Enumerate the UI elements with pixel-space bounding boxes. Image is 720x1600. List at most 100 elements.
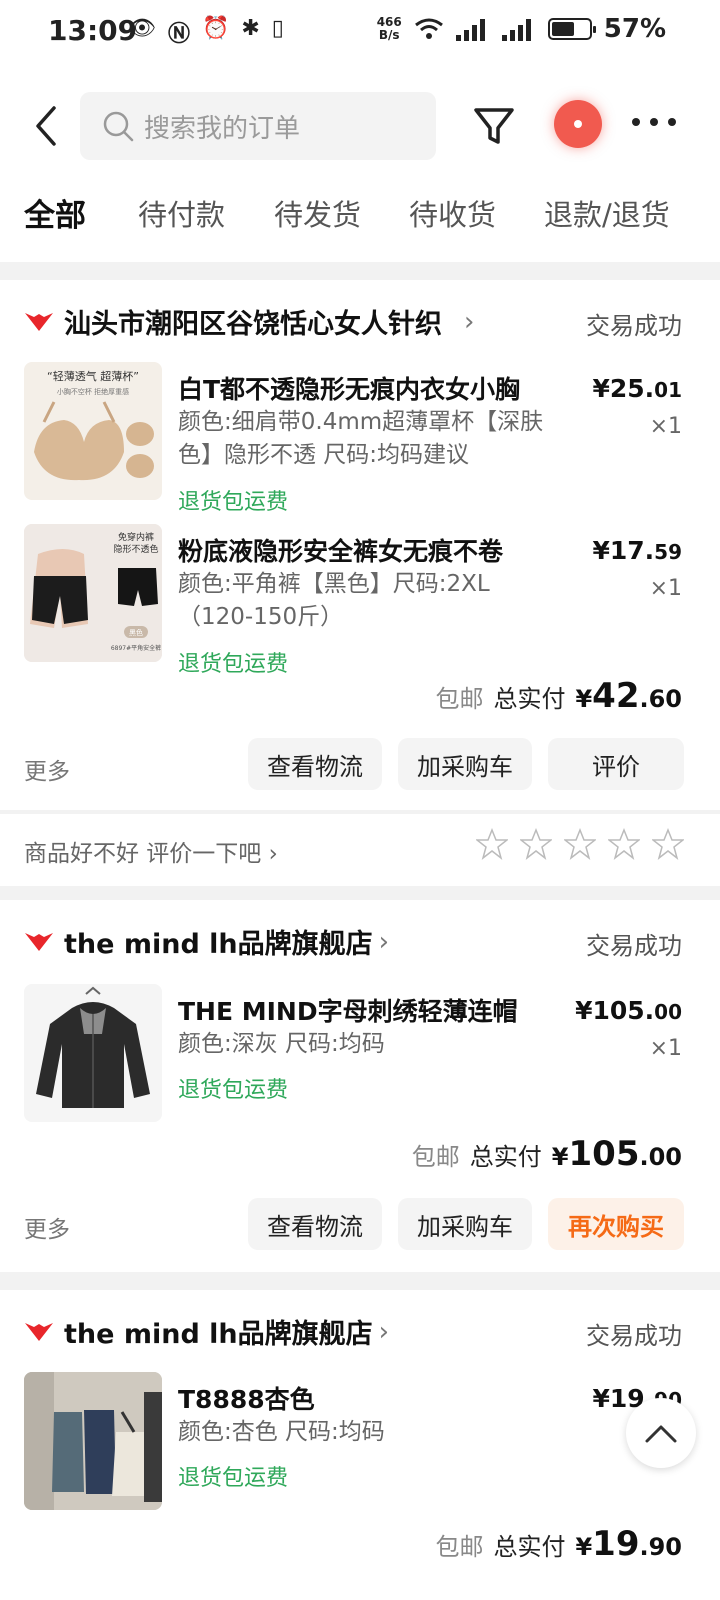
search-placeholder: 搜索我的订单 [144,113,301,144]
total-label: 总实付 [469,1143,542,1171]
product-thumbnail[interactable] [24,1372,162,1510]
product-price: ¥105.00 [575,996,682,1025]
free-shipping-label: 包邮 [411,1143,460,1171]
more-link[interactable]: 更多 [24,752,70,786]
vibrate-icon: ▯ [271,16,284,41]
shop-name: the mind lh品牌旗舰店 [64,929,373,960]
add-to-cart-button[interactable]: 加采购车 [398,1198,532,1250]
shop-logo-icon [25,1322,53,1341]
product-title[interactable]: 白T都不透隐形无痕内衣女小胸 [178,370,578,406]
chevron-right-icon: › [464,306,475,337]
svg-text:免穿内裤: 免穿内裤 [118,531,154,543]
order-card: the mind lh品牌旗舰店 › 交易成功 THE MIND字母刺绣轻薄连帽… [0,900,720,1272]
top-bar: 13:09 👁 Ⓝ ⏰ ✱ ▯ 466 B/s 57% 搜索我的订单 全部 待付… [0,0,720,262]
svg-text:小胸不空杯 拒绝厚重感: 小胸不空杯 拒绝厚重感 [57,387,129,396]
free-shipping-label: 包邮 [435,685,484,713]
order-total: 包邮 总实付 ¥42.60 [435,676,682,716]
eye-icon: 👁 [128,16,156,41]
tab-refund[interactable]: 退款/退货 [544,192,670,234]
return-shipping-label: 退货包运费 [178,490,289,515]
star-icon[interactable] [564,828,596,860]
svg-text:6897#平角安全裤: 6897#平角安全裤 [111,644,161,652]
product-quantity: ×1 [649,414,682,439]
rating-stars[interactable] [476,828,684,860]
order-status: 交易成功 [586,312,682,340]
product-quantity: ×1 [649,576,682,601]
buy-again-button[interactable]: 再次购买 [548,1198,684,1250]
chevron-right-icon: › [378,1316,390,1347]
shop-logo-icon [25,312,53,331]
svg-text:隐形不透色: 隐形不透色 [113,543,158,555]
shop-name: the mind lh品牌旗舰店 [64,1319,373,1350]
product-spec: 颜色:杏色 尺码:均码 [178,1419,385,1445]
clothing-rack-image [24,1372,162,1510]
review-button[interactable]: 评价 [548,738,684,790]
filter-icon[interactable] [470,102,518,150]
rating-prompt: 商品好不好 评价一下吧 › [24,841,278,867]
chevron-up-icon [645,1425,677,1443]
nfc-icon: Ⓝ [167,22,190,47]
search-icon [103,111,134,142]
product-price: ¥25.01 [592,374,682,403]
star-icon[interactable] [520,828,552,860]
order-card: the mind lh品牌旗舰店 › 交易成功 T8888杏色 颜色:杏色 尺码… [0,1290,720,1600]
order-total: 包邮 总实付 ¥105.00 [412,1134,682,1174]
chevron-right-icon: › [378,926,390,957]
product-title[interactable]: THE MIND字母刺绣轻薄连帽 [178,992,578,1028]
bluetooth-icon: ✱ [241,16,260,41]
shop-row[interactable]: 汕头市潮阳区谷饶恬心女人针织 › [24,302,474,341]
status-icons: 👁 Ⓝ ⏰ ✱ ▯ [128,16,284,48]
star-icon[interactable] [608,828,640,860]
battery-icon [547,18,596,40]
star-icon[interactable] [476,828,508,860]
rating-prompt-row[interactable]: 商品好不好 评价一下吧 › [0,814,720,886]
product-price: ¥17.59 [592,536,682,565]
tab-all[interactable]: 全部 [24,190,86,235]
star-icon[interactable] [652,828,684,860]
battery-percent: 57% [603,14,666,44]
scroll-to-top-button[interactable] [626,1398,696,1468]
total-label: 总实付 [493,1533,566,1561]
signal-2-icon [501,17,536,41]
tab-pending-receipt[interactable]: 待收货 [409,192,496,234]
shop-name: 汕头市潮阳区谷饶恬心女人针织 [64,309,442,340]
view-logistics-button[interactable]: 查看物流 [248,738,382,790]
view-logistics-button[interactable]: 查看物流 [248,1198,382,1250]
shop-logo-icon [25,932,53,951]
order-card: 汕头市潮阳区谷饶恬心女人针织 › 交易成功 “轻薄透气 超薄杯” 小胸不空杯 拒… [0,280,720,810]
shop-row[interactable]: the mind lh品牌旗舰店 › [24,1312,389,1351]
bra-image: “轻薄透气 超薄杯” 小胸不空杯 拒绝厚重感 [34,369,154,481]
add-to-cart-button[interactable]: 加采购车 [398,738,532,790]
wifi-icon [414,18,443,39]
product-title[interactable]: T8888杏色 [178,1380,578,1416]
back-arrow-icon[interactable] [28,104,68,148]
product-thumbnail[interactable]: “轻薄透气 超薄杯” 小胸不空杯 拒绝厚重感 [24,362,162,500]
status-time: 13:09 [48,14,138,47]
search-input[interactable]: 搜索我的订单 [80,92,436,160]
svg-text:黑色: 黑色 [129,628,143,637]
product-thumbnail[interactable] [24,984,162,1122]
signal-1-icon [455,17,490,41]
return-shipping-label: 退货包运费 [178,1078,289,1103]
status-bar: 13:09 👁 Ⓝ ⏰ ✱ ▯ 466 B/s 57% [0,0,720,70]
alarm-icon: ⏰ [201,16,230,41]
total-amount: ¥42.60 [575,676,682,716]
return-shipping-label: 退货包运费 [178,1466,289,1491]
free-shipping-label: 包邮 [435,1533,484,1561]
more-link[interactable]: 更多 [24,1210,70,1244]
product-thumbnail[interactable]: 免穿内裤 隐形不透色 黑色 6897#平角安全裤 [24,524,162,662]
more-icon[interactable] [632,118,676,126]
tab-pending-shipment[interactable]: 待发货 [274,192,361,234]
svg-text:“轻薄透气 超薄杯”: “轻薄透气 超薄杯” [47,369,139,383]
shorts-image: 免穿内裤 隐形不透色 黑色 6897#平角安全裤 [24,524,162,662]
shop-row[interactable]: the mind lh品牌旗舰店 › [24,922,389,961]
order-tabs: 全部 待付款 待发货 待收货 退款/退货 [0,190,720,240]
product-spec: 颜色:深灰 尺码:均码 [178,1031,385,1057]
tab-pending-payment[interactable]: 待付款 [138,192,225,234]
product-title[interactable]: 粉底液隐形安全裤女无痕不卷 [178,532,578,568]
product-spec: 颜色:细肩带0.4mm超薄罩杯【深肤色】隐形不透 尺码:均码建议 [178,409,544,468]
status-right: 466 B/s 57% [377,14,666,44]
order-status: 交易成功 [586,1322,682,1350]
red-packet-icon[interactable] [554,100,602,148]
order-total: 包邮 总实付 ¥19.90 [435,1524,682,1564]
